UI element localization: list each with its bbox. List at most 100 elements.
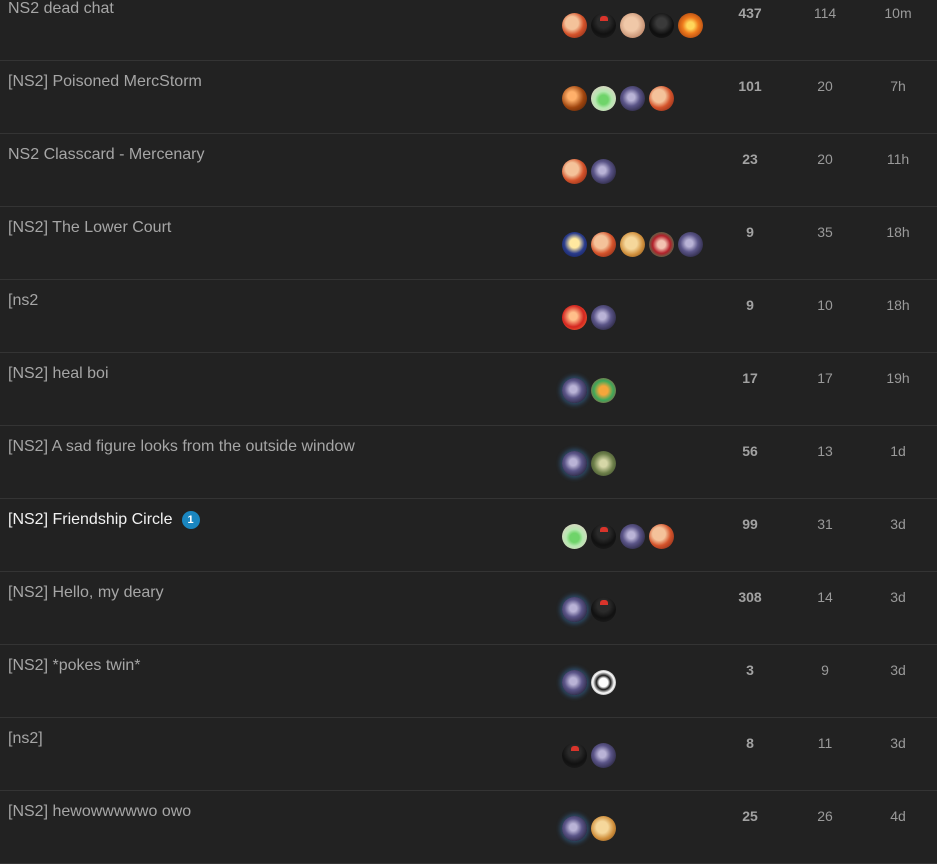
poster-avatar[interactable] [620, 231, 645, 257]
topic-posters [562, 669, 620, 695]
topic-title-wrap: NS2 dead chat [8, 0, 114, 18]
activity-age[interactable]: 10m [868, 5, 928, 21]
topic-title-link[interactable]: [NS2] hewowwwwwo owo [8, 803, 191, 821]
topic-row[interactable]: [NS2] hewowwwwwo owo 25 26 4d [0, 791, 937, 864]
views-count: 13 [817, 443, 833, 459]
activity-age[interactable]: 11h [868, 151, 928, 167]
replies-count: 101 [738, 78, 762, 94]
topic-title-link[interactable]: [NS2] Poisoned MercStorm [8, 73, 202, 91]
views-count: 9 [821, 662, 829, 678]
topic-posters [562, 523, 678, 549]
topic-posters [562, 158, 620, 184]
topic-row[interactable]: [NS2] Poisoned MercStorm 101 20 7h [0, 61, 937, 134]
topic-row[interactable]: [ns2] 8 11 3d [0, 718, 937, 791]
activity-age[interactable]: 3d [868, 589, 928, 605]
poster-avatar[interactable] [591, 669, 616, 695]
topic-row[interactable]: NS2 dead chat 437 114 10m [0, 0, 937, 61]
topic-title-link[interactable]: [NS2] heal boi [8, 365, 109, 383]
topic-title-link[interactable]: [ns2 [8, 292, 38, 310]
poster-avatar[interactable] [620, 523, 645, 549]
topic-title-link[interactable]: [NS2] A sad figure looks from the outsid… [8, 438, 355, 456]
poster-avatar[interactable] [649, 85, 674, 111]
poster-avatar[interactable] [591, 85, 616, 111]
views-count: 10 [817, 297, 833, 313]
replies-count: 25 [742, 808, 758, 824]
poster-avatar[interactable] [591, 231, 616, 257]
replies-count: 308 [738, 589, 762, 605]
poster-avatar[interactable] [678, 231, 703, 257]
activity-age[interactable]: 1d [868, 443, 928, 459]
poster-avatar[interactable] [562, 158, 587, 184]
replies-count: 56 [742, 443, 758, 459]
topic-posters [562, 304, 620, 330]
activity-age[interactable]: 3d [868, 516, 928, 532]
poster-avatar[interactable] [678, 12, 703, 38]
poster-avatar[interactable] [591, 596, 616, 622]
poster-avatar[interactable] [562, 815, 587, 841]
topic-posters [562, 12, 707, 38]
topic-posters [562, 742, 620, 768]
poster-avatar[interactable] [591, 377, 616, 403]
topic-row[interactable]: [NS2] heal boi 17 17 19h [0, 353, 937, 426]
topic-title-link[interactable]: NS2 dead chat [8, 0, 114, 18]
poster-avatar[interactable] [591, 523, 616, 549]
views-count: 35 [817, 224, 833, 240]
topic-title-link[interactable]: [NS2] *pokes twin* [8, 657, 141, 675]
poster-avatar[interactable] [591, 304, 616, 330]
topic-title-link[interactable]: [NS2] Hello, my deary [8, 584, 164, 602]
poster-avatar[interactable] [562, 523, 587, 549]
replies-count: 3 [746, 662, 754, 678]
topic-title-wrap: [NS2] Friendship Circle 1 [8, 511, 200, 529]
activity-age[interactable]: 7h [868, 78, 928, 94]
poster-avatar[interactable] [591, 12, 616, 38]
poster-avatar[interactable] [562, 669, 587, 695]
poster-avatar[interactable] [562, 596, 587, 622]
topic-title-link[interactable]: [NS2] The Lower Court [8, 219, 171, 237]
poster-avatar[interactable] [649, 523, 674, 549]
topic-row[interactable]: [ns2 9 10 18h [0, 280, 937, 353]
poster-avatar[interactable] [562, 377, 587, 403]
topic-row[interactable]: [NS2] Hello, my deary 308 14 3d [0, 572, 937, 645]
topic-row[interactable]: NS2 Classcard - Mercenary 23 20 11h [0, 134, 937, 207]
poster-avatar[interactable] [562, 231, 587, 257]
activity-age[interactable]: 4d [868, 808, 928, 824]
topic-list: NS2 dead chat 437 114 10m [NS2] Poisoned Mer… [0, 0, 937, 864]
activity-age[interactable]: 18h [868, 297, 928, 313]
poster-avatar[interactable] [562, 12, 587, 38]
poster-avatar[interactable] [649, 231, 674, 257]
topic-row[interactable]: [NS2] A sad figure looks from the outsid… [0, 426, 937, 499]
topic-row[interactable]: [NS2] The Lower Court 9 35 18h [0, 207, 937, 280]
poster-avatar[interactable] [620, 85, 645, 111]
topic-title-wrap: [NS2] The Lower Court [8, 219, 171, 237]
poster-avatar[interactable] [620, 12, 645, 38]
poster-avatar[interactable] [562, 450, 587, 476]
topic-title-wrap: NS2 Classcard - Mercenary [8, 146, 205, 164]
views-count: 114 [813, 5, 837, 21]
poster-avatar[interactable] [562, 742, 587, 768]
topic-title-link[interactable]: [NS2] Friendship Circle [8, 511, 173, 529]
poster-avatar[interactable] [591, 450, 616, 476]
topic-title-link[interactable]: NS2 Classcard - Mercenary [8, 146, 205, 164]
topic-row[interactable]: [NS2] Friendship Circle 1 99 31 3d [0, 499, 937, 572]
topic-title-link[interactable]: [ns2] [8, 730, 43, 748]
topic-posters [562, 450, 620, 476]
replies-count: 23 [742, 151, 758, 167]
topic-title-wrap: [NS2] hewowwwwwo owo [8, 803, 191, 821]
activity-age[interactable]: 3d [868, 735, 928, 751]
activity-age[interactable]: 3d [868, 662, 928, 678]
views-count: 17 [817, 370, 833, 386]
poster-avatar[interactable] [591, 158, 616, 184]
poster-avatar[interactable] [562, 85, 587, 111]
topic-title-wrap: [ns2] [8, 730, 43, 748]
replies-count: 99 [742, 516, 758, 532]
poster-avatar[interactable] [591, 742, 616, 768]
poster-avatar[interactable] [562, 304, 587, 330]
replies-count: 9 [746, 224, 754, 240]
poster-avatar[interactable] [591, 815, 616, 841]
poster-avatar[interactable] [649, 12, 674, 38]
activity-age[interactable]: 19h [868, 370, 928, 386]
topic-posters [562, 596, 620, 622]
activity-age[interactable]: 18h [868, 224, 928, 240]
unread-count-badge[interactable]: 1 [181, 511, 200, 529]
topic-row[interactable]: [NS2] *pokes twin* 3 9 3d [0, 645, 937, 718]
